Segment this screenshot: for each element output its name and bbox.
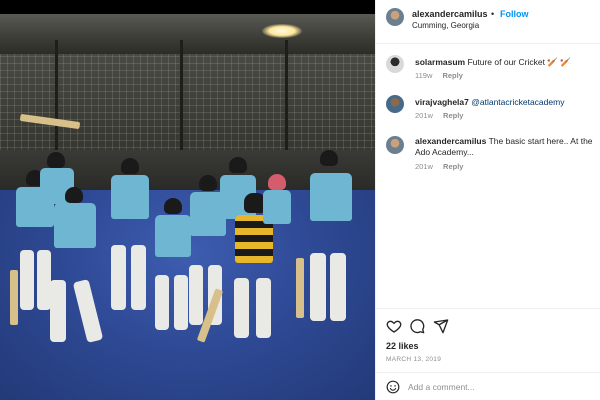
- comment: virajvaghela7 @atlantacricketacademy 201…: [376, 92, 600, 126]
- comment-meta: 201w Reply: [415, 111, 471, 120]
- commenter-avatar[interactable]: [386, 95, 404, 113]
- post-actions: [376, 308, 600, 342]
- reply-button[interactable]: Reply: [442, 71, 462, 80]
- heart-icon[interactable]: [386, 318, 402, 334]
- player: [105, 155, 155, 325]
- ceiling-light: [262, 24, 302, 38]
- comment-input[interactable]: [408, 380, 588, 394]
- author-avatar[interactable]: [386, 8, 404, 26]
- like-count[interactable]: 22 likes: [386, 341, 419, 351]
- reply-button[interactable]: Reply: [443, 111, 463, 120]
- player: [260, 172, 295, 232]
- commenter-avatar[interactable]: [386, 136, 404, 154]
- separator-dot: •: [491, 9, 495, 19]
- follow-button[interactable]: Follow: [500, 9, 529, 19]
- comment-text: solarmasum Future of our Cricket 🏏 🏏: [415, 57, 599, 68]
- comment-time[interactable]: 119w: [415, 71, 432, 80]
- player: [296, 148, 360, 333]
- photo-top-bar: [0, 0, 375, 14]
- comment-meta: 201w Reply: [415, 162, 471, 171]
- smiley-icon[interactable]: [386, 380, 400, 394]
- comment: solarmasum Future of our Cricket 🏏 🏏 119…: [376, 52, 600, 86]
- commenter-username[interactable]: alexandercamilus: [415, 136, 486, 146]
- mention-link[interactable]: @atlantacricketacademy: [471, 97, 564, 107]
- add-comment-bar: [376, 372, 600, 400]
- paper-plane-icon[interactable]: [433, 318, 449, 334]
- post-side-panel: alexandercamilus • Follow Cumming, Georg…: [375, 0, 600, 400]
- speech-bubble-icon[interactable]: [409, 318, 425, 334]
- comment: alexandercamilus The basic start here.. …: [376, 133, 600, 179]
- post-photo[interactable]: [0, 0, 375, 400]
- comment-time[interactable]: 201w: [415, 111, 433, 120]
- author-username[interactable]: alexandercamilus: [412, 9, 488, 19]
- reply-button[interactable]: Reply: [443, 162, 463, 171]
- player: [40, 185, 110, 350]
- commenter-avatar[interactable]: [386, 55, 404, 73]
- post-header: alexandercamilus • Follow Cumming, Georg…: [376, 0, 600, 44]
- commenter-username[interactable]: solarmasum: [415, 57, 465, 67]
- post-date: MARCH 13, 2019: [386, 356, 442, 363]
- comment-text: virajvaghela7 @atlantacricketacademy: [415, 97, 599, 108]
- comment-body: Future of our Cricket 🏏 🏏: [467, 57, 571, 67]
- commenter-username[interactable]: virajvaghela7: [415, 97, 469, 107]
- post-location[interactable]: Cumming, Georgia: [412, 21, 479, 30]
- comment-text: alexandercamilus The basic start here.. …: [415, 136, 599, 160]
- comment-meta: 119w Reply: [415, 71, 471, 80]
- comment-time[interactable]: 201w: [415, 162, 433, 171]
